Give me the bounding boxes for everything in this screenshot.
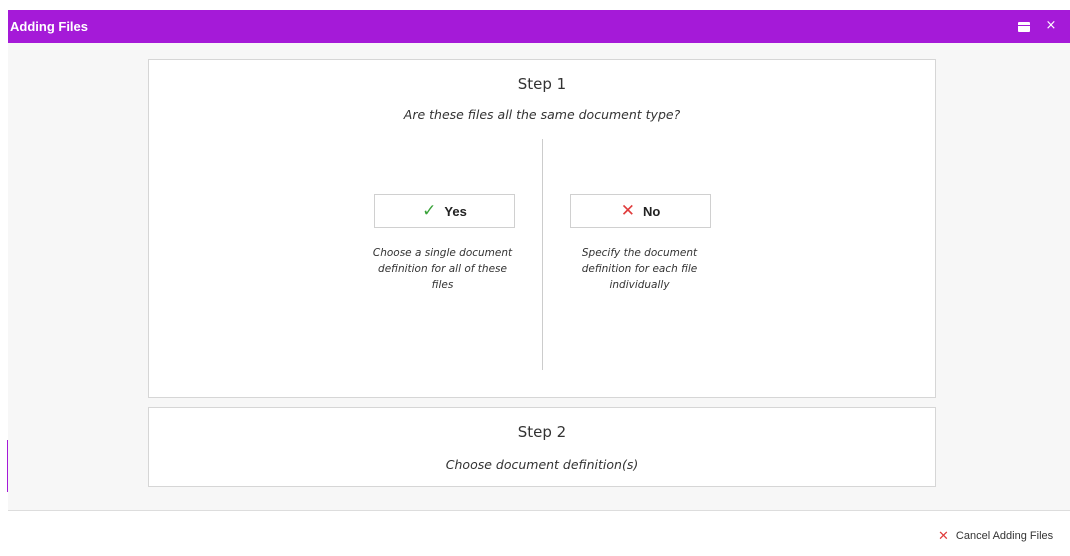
close-icon[interactable]: × bbox=[1044, 17, 1058, 35]
step1-card: Step 1 Are these files all the same docu… bbox=[148, 59, 936, 398]
checkmark-icon: ✓ bbox=[422, 200, 437, 221]
no-button-label: No bbox=[642, 203, 661, 219]
top-strip bbox=[0, 0, 1070, 10]
step2-title: Step 2 bbox=[517, 423, 567, 441]
window-title: Adding Files bbox=[10, 19, 88, 34]
choice-divider bbox=[542, 139, 543, 370]
cancel-adding-files-button[interactable]: ✕ Cancel Adding Files bbox=[938, 528, 1053, 544]
step2-card[interactable]: Step 2 Choose document definition(s) bbox=[148, 407, 936, 487]
yes-description: Choose a single document definition for … bbox=[372, 247, 513, 291]
step1-question: Are these files all the same document ty… bbox=[403, 107, 681, 122]
x-icon: ✕ bbox=[938, 528, 949, 544]
yes-button-label: Yes bbox=[444, 203, 467, 219]
no-description: Specify the document definition for each… bbox=[581, 247, 698, 291]
left-edge bbox=[0, 43, 8, 492]
no-button[interactable]: ✕ No bbox=[570, 194, 711, 228]
x-icon: ✕ bbox=[620, 200, 635, 221]
step2-subtitle: Choose document definition(s) bbox=[445, 457, 639, 472]
dialog-footer: ✕ Cancel Adding Files bbox=[8, 511, 1070, 556]
cancel-label: Cancel Adding Files bbox=[955, 530, 1054, 542]
step1-title: Step 1 bbox=[517, 75, 567, 93]
title-bar: Adding Files × bbox=[8, 10, 1070, 43]
window-maximize-icon[interactable] bbox=[1018, 22, 1030, 32]
yes-button[interactable]: ✓ Yes bbox=[374, 194, 515, 228]
